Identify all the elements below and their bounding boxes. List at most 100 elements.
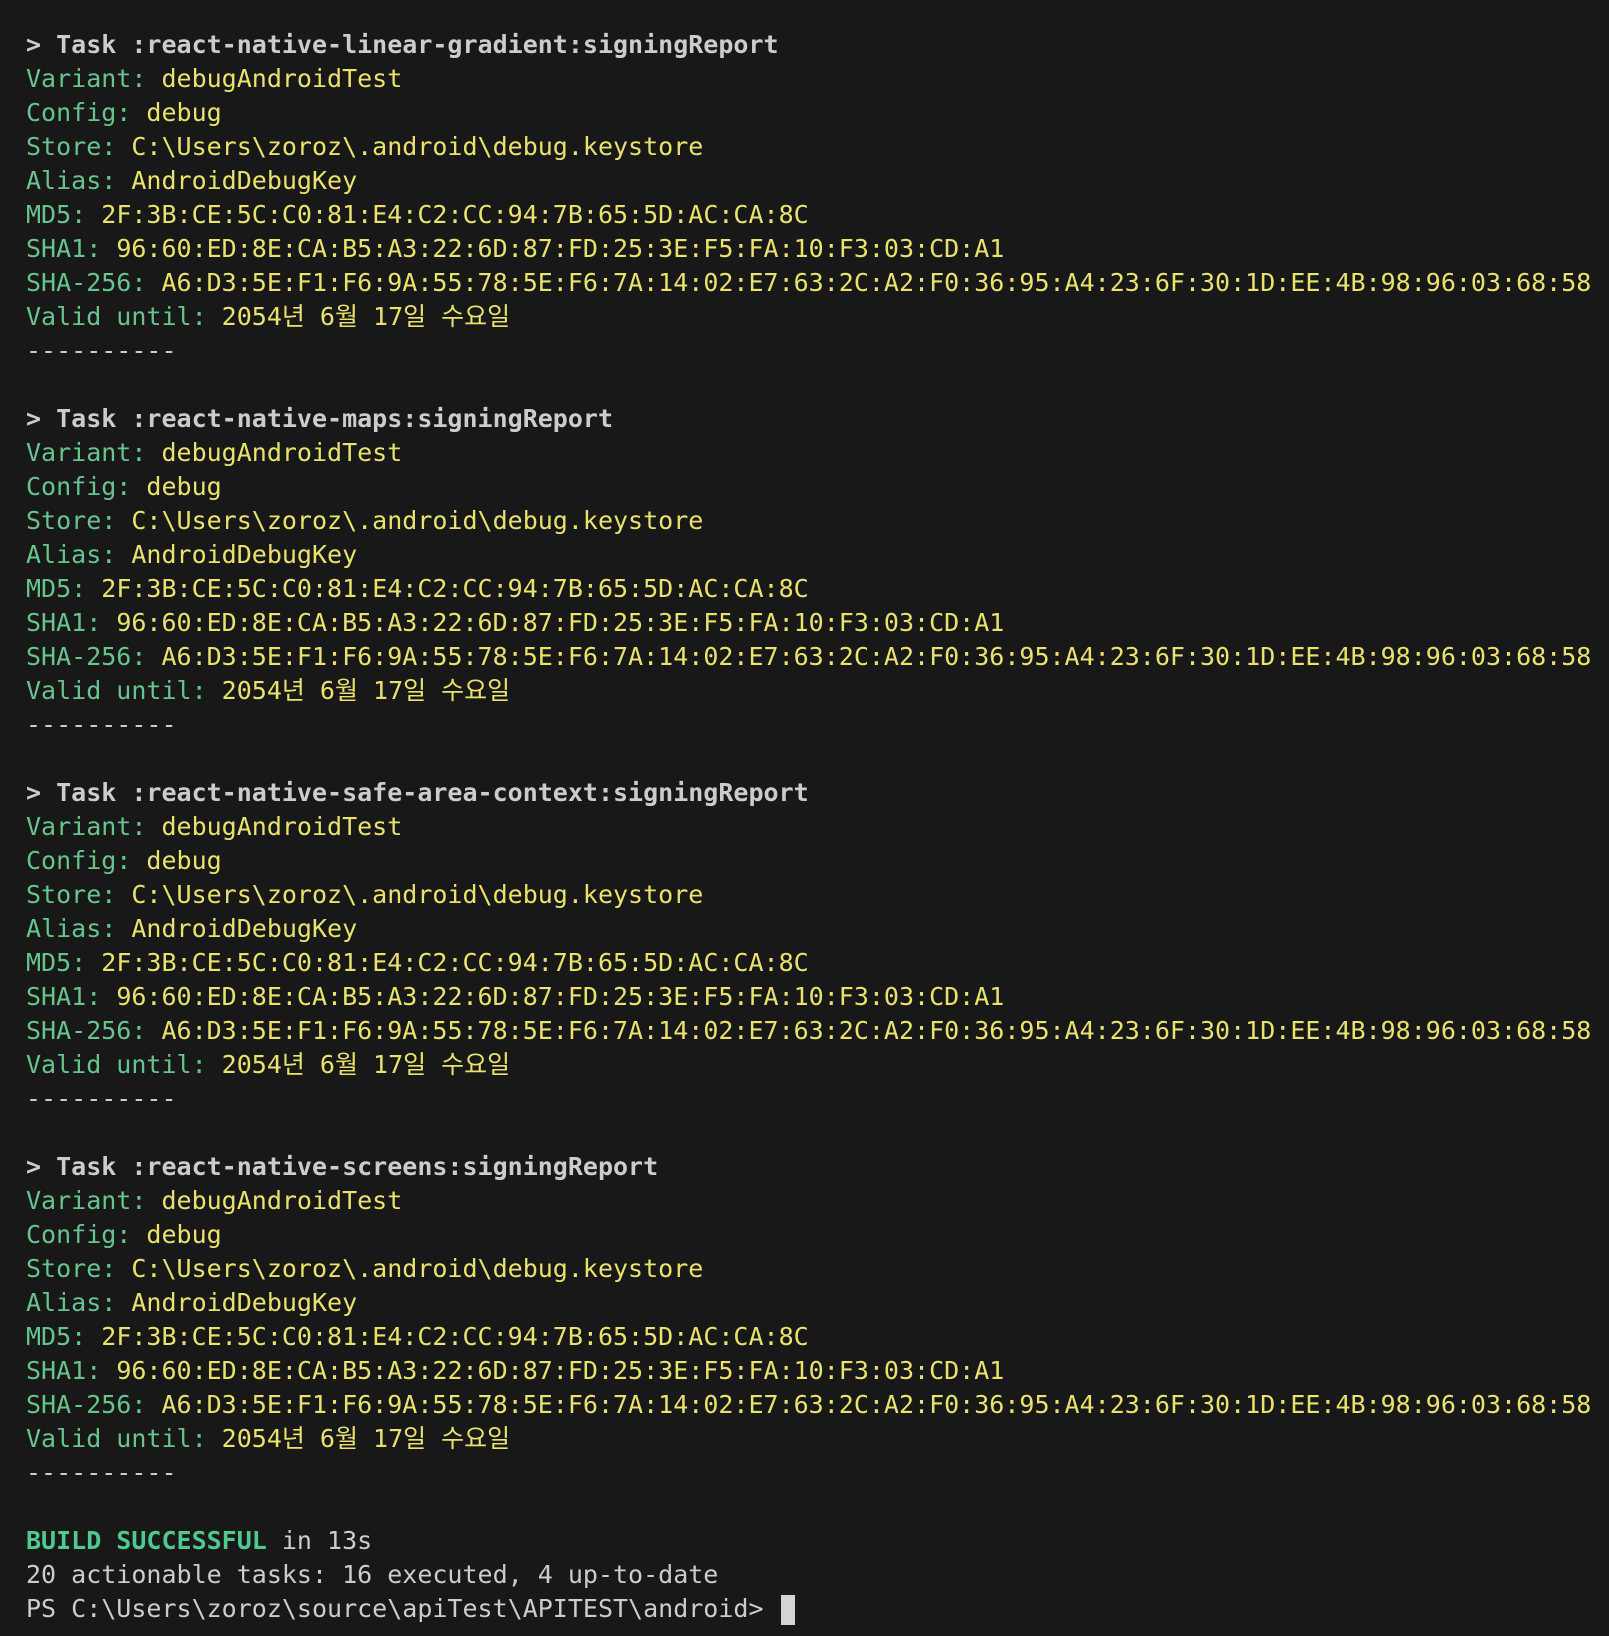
variant-label: Variant: [26,438,162,467]
variant-line: Variant: debugAndroidTest [26,436,1599,470]
task-header: > Task :react-native-linear-gradient:sig… [26,30,779,59]
store-label: Store: [26,506,132,535]
valid-until-label: Valid until: [26,676,222,705]
config-line: Config: debug [26,96,1599,130]
sha256-label: SHA-256: [26,1016,162,1045]
alias-label: Alias: [26,1288,132,1317]
task-block-screens: > Task :react-native-screens:signingRepo… [26,1150,1599,1524]
config-label: Config: [26,472,147,501]
sha256-line: SHA-256: A6:D3:5E:F1:F6:9A:55:78:5E:F6:7… [26,640,1599,674]
sha1-line: SHA1: 96:60:ED:8E:CA:B5:A3:22:6D:87:FD:2… [26,980,1599,1014]
sha1-line: SHA1: 96:60:ED:8E:CA:B5:A3:22:6D:87:FD:2… [26,232,1599,266]
config-value: debug [146,472,222,501]
md5-value: 2F:3B:CE:5C:C0:81:E4:C2:CC:94:7B:65:5D:A… [101,574,809,603]
valid-until-label: Valid until: [26,1424,222,1453]
sha1-label: SHA1: [26,1356,117,1385]
sha256-label: SHA-256: [26,1390,162,1419]
md5-label: MD5: [26,948,102,977]
alias-value: AndroidDebugKey [131,1288,358,1317]
variant-line: Variant: debugAndroidTest [26,810,1599,844]
alias-line: Alias: AndroidDebugKey [26,164,1599,198]
task-header: > Task :react-native-maps:signingReport [26,404,613,433]
md5-value: 2F:3B:CE:5C:C0:81:E4:C2:CC:94:7B:65:5D:A… [101,1322,809,1351]
store-line: Store: C:\Users\zoroz\.android\debug.key… [26,130,1599,164]
sha1-line: SHA1: 96:60:ED:8E:CA:B5:A3:22:6D:87:FD:2… [26,1354,1599,1388]
task-block-maps: > Task :react-native-maps:signingReport … [26,402,1599,776]
sha256-value: A6:D3:5E:F1:F6:9A:55:78:5E:F6:7A:14:02:E… [161,1390,1592,1419]
alias-value: AndroidDebugKey [131,540,358,569]
task-header: > Task :react-native-screens:signingRepo… [26,1152,659,1181]
alias-label: Alias: [26,166,132,195]
variant-value: debugAndroidTest [161,64,403,93]
config-label: Config: [26,1220,147,1249]
build-result-line: BUILD SUCCESSFUL in 13s [26,1524,1599,1558]
valid-until-label: Valid until: [26,1050,222,1079]
variant-line: Variant: debugAndroidTest [26,1184,1599,1218]
separator: ---------- [26,1084,177,1113]
alias-value: AndroidDebugKey [131,166,358,195]
store-line: Store: C:\Users\zoroz\.android\debug.key… [26,504,1599,538]
config-label: Config: [26,846,147,875]
md5-line: MD5: 2F:3B:CE:5C:C0:81:E4:C2:CC:94:7B:65… [26,572,1599,606]
sha256-label: SHA-256: [26,642,162,671]
config-line: Config: debug [26,470,1599,504]
alias-line: Alias: AndroidDebugKey [26,538,1599,572]
alias-line: Alias: AndroidDebugKey [26,1286,1599,1320]
valid-until-line: Valid until: 2054년 6월 17일 수요일 [26,1048,1599,1082]
config-value: debug [146,846,222,875]
sha256-value: A6:D3:5E:F1:F6:9A:55:78:5E:F6:7A:14:02:E… [161,268,1592,297]
config-line: Config: debug [26,844,1599,878]
md5-value: 2F:3B:CE:5C:C0:81:E4:C2:CC:94:7B:65:5D:A… [101,948,809,977]
variant-line: Variant: debugAndroidTest [26,62,1599,96]
store-label: Store: [26,880,132,909]
config-line: Config: debug [26,1218,1599,1252]
md5-label: MD5: [26,574,102,603]
build-time: in 13s [266,1526,373,1555]
store-value: C:\Users\zoroz\.android\debug.keystore [131,1254,704,1283]
variant-label: Variant: [26,1186,162,1215]
valid-until-line: Valid until: 2054년 6월 17일 수요일 [26,674,1599,708]
separator: ---------- [26,710,177,739]
sha256-label: SHA-256: [26,268,162,297]
alias-value: AndroidDebugKey [131,914,358,943]
variant-value: debugAndroidTest [161,1186,403,1215]
build-summary: 20 actionable tasks: 16 executed, 4 up-t… [26,1560,719,1589]
text-cursor [780,1595,795,1625]
separator: ---------- [26,336,177,365]
variant-label: Variant: [26,812,162,841]
sha256-value: A6:D3:5E:F1:F6:9A:55:78:5E:F6:7A:14:02:E… [161,642,1592,671]
store-line: Store: C:\Users\zoroz\.android\debug.key… [26,1252,1599,1286]
shell-prompt-line[interactable]: PS C:\Users\zoroz\source\apiTest\APITEST… [26,1592,1599,1626]
sha1-value: 96:60:ED:8E:CA:B5:A3:22:6D:87:FD:25:3E:F… [116,1356,1005,1385]
variant-value: debugAndroidTest [161,438,403,467]
valid-until-value: 2054년 6월 17일 수요일 [221,1050,511,1079]
sha1-label: SHA1: [26,608,117,637]
valid-until-value: 2054년 6월 17일 수요일 [221,302,511,331]
build-status: BUILD SUCCESSFUL [26,1526,267,1555]
config-value: debug [146,98,222,127]
sha256-line: SHA-256: A6:D3:5E:F1:F6:9A:55:78:5E:F6:7… [26,1014,1599,1048]
md5-line: MD5: 2F:3B:CE:5C:C0:81:E4:C2:CC:94:7B:65… [26,1320,1599,1354]
md5-line: MD5: 2F:3B:CE:5C:C0:81:E4:C2:CC:94:7B:65… [26,198,1599,232]
store-value: C:\Users\zoroz\.android\debug.keystore [131,132,704,161]
valid-until-value: 2054년 6월 17일 수요일 [221,676,511,705]
sha1-value: 96:60:ED:8E:CA:B5:A3:22:6D:87:FD:25:3E:F… [116,982,1005,1011]
task-block-safe-area-context: > Task :react-native-safe-area-context:s… [26,776,1599,1150]
separator: ---------- [26,1458,177,1487]
store-value: C:\Users\zoroz\.android\debug.keystore [131,880,704,909]
variant-label: Variant: [26,64,162,93]
store-line: Store: C:\Users\zoroz\.android\debug.key… [26,878,1599,912]
task-header: > Task :react-native-safe-area-context:s… [26,778,809,807]
sha1-label: SHA1: [26,234,117,263]
valid-until-label: Valid until: [26,302,222,331]
terminal-output[interactable]: > Task :react-native-linear-gradient:sig… [26,28,1599,1626]
variant-value: debugAndroidTest [161,812,403,841]
shell-prompt: PS C:\Users\zoroz\source\apiTest\APITEST… [26,1594,779,1623]
valid-until-line: Valid until: 2054년 6월 17일 수요일 [26,1422,1599,1456]
store-value: C:\Users\zoroz\.android\debug.keystore [131,506,704,535]
sha256-line: SHA-256: A6:D3:5E:F1:F6:9A:55:78:5E:F6:7… [26,1388,1599,1422]
sha1-line: SHA1: 96:60:ED:8E:CA:B5:A3:22:6D:87:FD:2… [26,606,1599,640]
md5-value: 2F:3B:CE:5C:C0:81:E4:C2:CC:94:7B:65:5D:A… [101,200,809,229]
